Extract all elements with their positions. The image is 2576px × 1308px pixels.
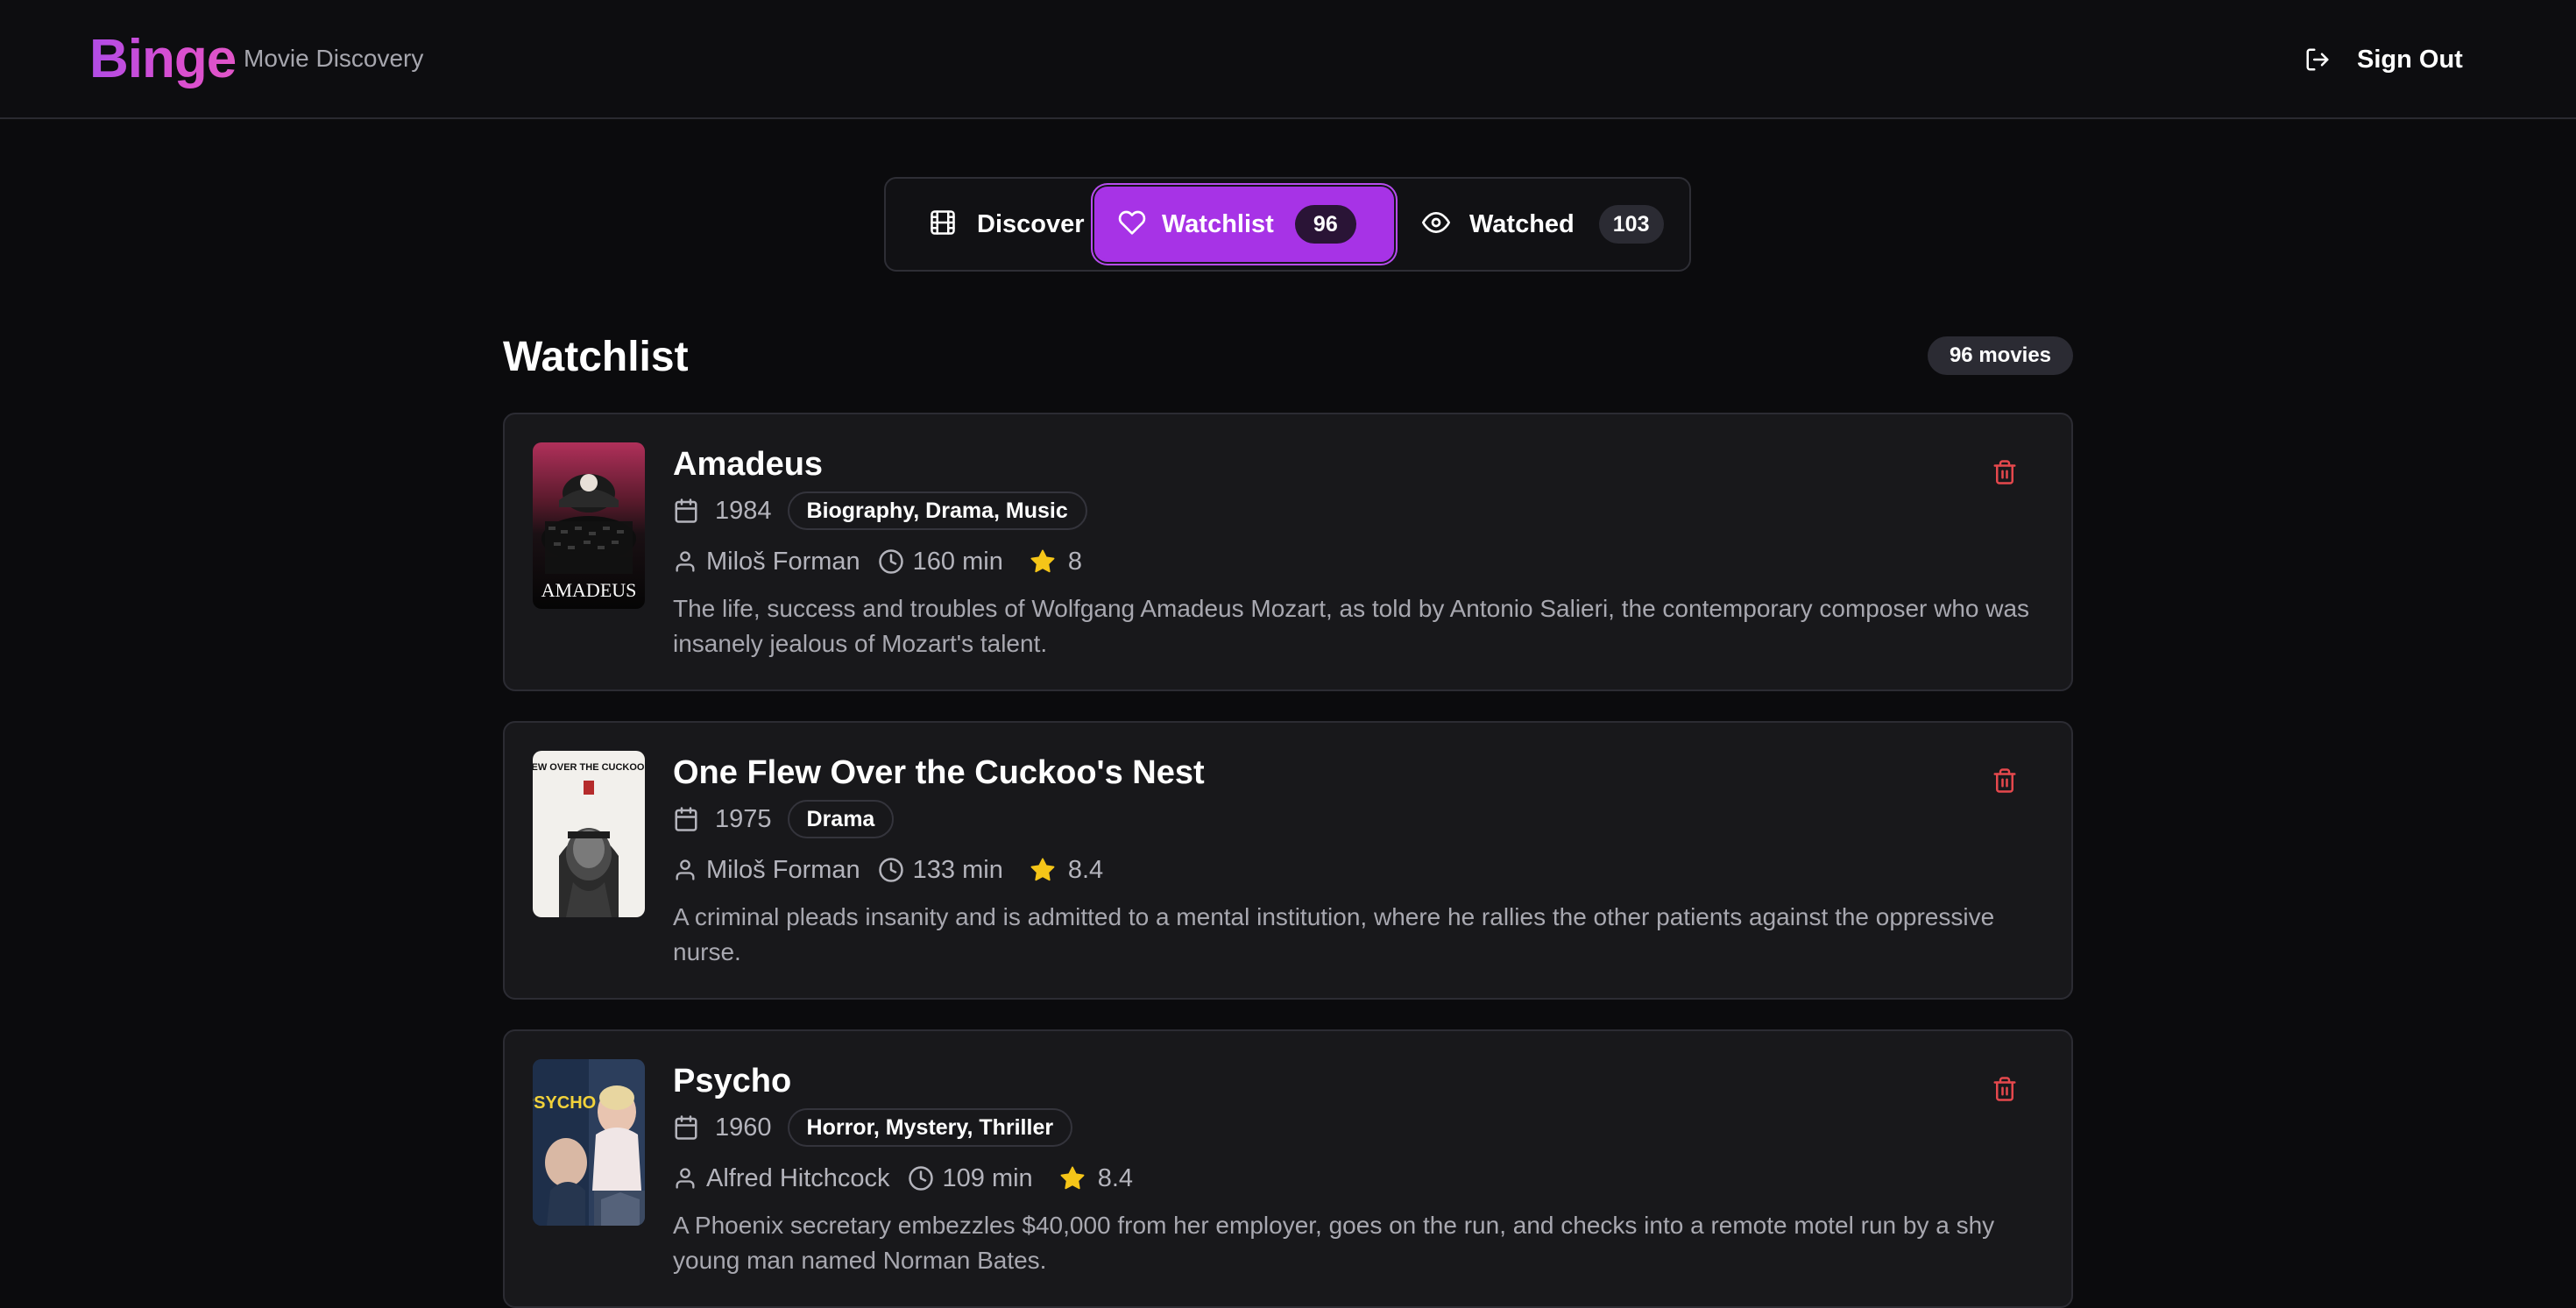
- tab-watchlist-label: Watchlist: [1162, 209, 1274, 238]
- app-logo[interactable]: Binge: [89, 26, 237, 93]
- movie-runtime: 160 min: [912, 548, 1003, 576]
- movie-meta-primary: 1960 Horror, Mystery, Thriller: [673, 1108, 1073, 1147]
- movie-description: A Phoenix secretary embezzles $40,000 fr…: [673, 1212, 1995, 1274]
- movie-director: Miloš Forman: [706, 856, 860, 884]
- app-header: Binge Movie Discovery Sign Out: [0, 0, 2576, 119]
- heart-icon: [1118, 209, 1146, 241]
- sign-out-label: Sign Out: [2357, 45, 2463, 74]
- clock-icon: [908, 1165, 934, 1191]
- movie-description: A criminal pleads insanity and is admitt…: [673, 903, 1995, 965]
- movie-poster[interactable]: ONE FLEW OVER THE CUCKOO'S NEST: [533, 751, 645, 917]
- clock-icon: [878, 548, 904, 575]
- movie-title[interactable]: Amadeus: [673, 444, 823, 484]
- movie-card: PSYCHO Psycho 1960 Horror, Mystery, Thri…: [503, 1029, 2073, 1308]
- eye-icon: [1422, 209, 1450, 241]
- movie-rating: 8: [1067, 548, 1082, 576]
- genre-badge: Biography, Drama, Music: [787, 491, 1087, 530]
- movie-card: ONE FLEW OVER THE CUCKOO'S NEST One Flew…: [503, 721, 2073, 1000]
- star-icon: [1030, 548, 1056, 575]
- calendar-icon: [673, 1114, 699, 1141]
- movie-runtime: 109 min: [942, 1164, 1033, 1192]
- trash-icon: [1992, 459, 2018, 490]
- movie-year: 1960: [715, 1114, 772, 1142]
- movie-year: 1975: [715, 805, 772, 833]
- page-title: Watchlist: [503, 334, 689, 380]
- movie-count-badge: 96 movies: [1928, 336, 2073, 375]
- movie-poster[interactable]: AMADEUS: [533, 442, 645, 609]
- movie-runtime: 133 min: [912, 856, 1003, 884]
- movie-title[interactable]: One Flew Over the Cuckoo's Nest: [673, 753, 1205, 793]
- tab-watched-label: Watched: [1469, 209, 1575, 238]
- genre-badge: Drama: [787, 800, 895, 838]
- movie-rating: 8.4: [1067, 856, 1104, 884]
- movie-meta-secondary: Miloš Forman 133 min 8.4: [673, 851, 1103, 889]
- tab-discover-label: Discover: [977, 209, 1085, 238]
- tab-discover[interactable]: Discover: [912, 189, 1114, 259]
- trash-icon: [1992, 1076, 2018, 1106]
- film-icon: [930, 209, 956, 240]
- tab-watchlist[interactable]: Watchlist 96: [1097, 189, 1391, 259]
- calendar-icon: [673, 806, 699, 832]
- movie-card: AMADEUS Amadeus 1984 Biography, Drama, M…: [503, 413, 2073, 691]
- watchlist-count-badge: 96: [1294, 205, 1356, 244]
- sign-out-button[interactable]: Sign Out: [2304, 39, 2463, 81]
- remove-from-watchlist-button[interactable]: [1985, 763, 2024, 802]
- movie-rating: 8.4: [1097, 1164, 1134, 1192]
- movie-title[interactable]: Psycho: [673, 1061, 791, 1101]
- tab-watched[interactable]: Watched 103: [1396, 189, 1667, 259]
- trash-icon: [1992, 767, 2018, 798]
- movie-director: Miloš Forman: [706, 548, 860, 576]
- movie-meta-secondary: Miloš Forman 160 min 8: [673, 542, 1082, 581]
- user-icon: [673, 549, 697, 574]
- log-out-icon: [2304, 46, 2331, 73]
- movie-year: 1984: [715, 497, 772, 525]
- movie-meta-primary: 1975 Drama: [673, 800, 895, 838]
- movie-meta-primary: 1984 Biography, Drama, Music: [673, 491, 1087, 530]
- watched-count-badge: 103: [1598, 205, 1664, 244]
- user-icon: [673, 1166, 697, 1191]
- genre-badge: Horror, Mystery, Thriller: [787, 1108, 1073, 1147]
- star-icon: [1059, 1165, 1086, 1191]
- remove-from-watchlist-button[interactable]: [1985, 1071, 2024, 1110]
- poster-title-text: PSYCHO: [533, 1093, 596, 1113]
- app-tagline: Movie Discovery: [244, 45, 424, 72]
- star-icon: [1030, 857, 1056, 883]
- movie-meta-secondary: Alfred Hitchcock 109 min 8.4: [673, 1159, 1133, 1198]
- clock-icon: [878, 857, 904, 883]
- movie-description: The life, success and troubles of Wolfga…: [673, 595, 2030, 657]
- movie-director: Alfred Hitchcock: [706, 1164, 890, 1192]
- view-tabs: Discover Watchlist 96 Watched 103: [884, 177, 1691, 272]
- poster-title-text: ONE FLEW OVER THE CUCKOO'S NEST: [533, 762, 645, 773]
- remove-from-watchlist-button[interactable]: [1985, 455, 2024, 493]
- user-icon: [673, 858, 697, 882]
- movie-poster[interactable]: PSYCHO: [533, 1059, 645, 1226]
- calendar-icon: [673, 498, 699, 524]
- poster-title-text: AMADEUS: [541, 579, 637, 601]
